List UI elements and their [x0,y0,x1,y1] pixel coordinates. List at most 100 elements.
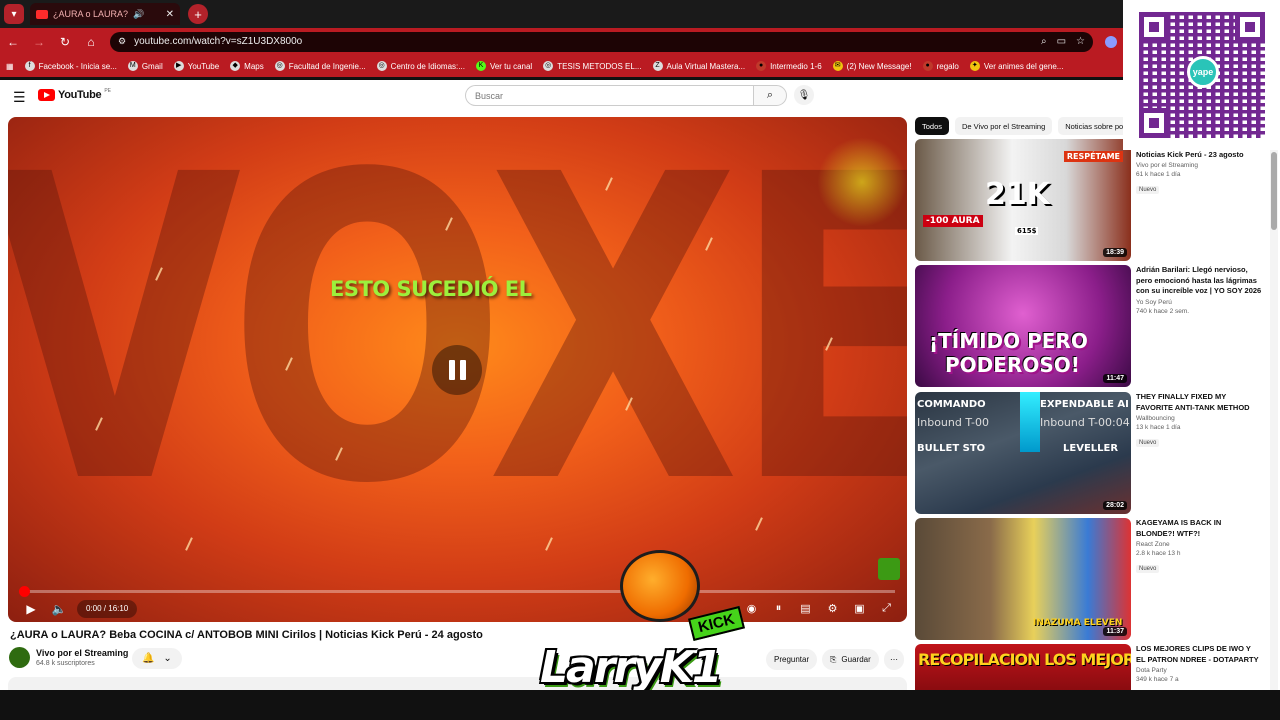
bookmark-item[interactable]: Z Aula Virtual Mastera... [652,61,745,71]
bookmark-item[interactable]: ◎ Facultad de Ingenie... [274,61,366,71]
facebook-icon: f [24,61,35,71]
new-tab-button[interactable]: + [188,4,208,24]
back-icon[interactable]: ← [6,35,20,49]
cast-icon[interactable]: ▭ [1057,36,1066,47]
recommendation-item[interactable]: COMMANDO Inbound T-00 EXPENDABLE AI Inbo… [915,392,1275,514]
reload-icon[interactable]: ↻ [58,35,72,49]
settings-gear-icon[interactable]: ⚙ [820,597,845,619]
new-badge: Nuevo [1136,565,1160,573]
video-thumbnail[interactable]: ¡TÍMIDO PERO PODEROSO! 11:47 [915,265,1131,387]
chip-channel[interactable]: De Vivo por el Streaming [955,117,1053,135]
bookmark-item[interactable]: K Ver tu canal [475,61,532,71]
bookmark-item[interactable]: M Gmail [127,61,163,71]
chip-all[interactable]: Todos [915,117,950,135]
video-thumbnail[interactable]: RECOPILACION LOS MEJORES [915,644,1131,690]
globe-icon: ◎ [543,61,554,71]
bookmark-item[interactable]: ✦ Ver animes del gene... [969,61,1063,71]
notification-button[interactable]: 🔔 ⌄ [132,648,182,669]
message-icon: ✉ [832,61,843,71]
bookmark-item[interactable]: ▶ YouTube [173,61,219,71]
bookmark-item[interactable]: ● regalo [922,61,959,71]
rec-channel[interactable]: Dota Party [1136,667,1262,674]
video-thumbnail[interactable]: COMMANDO Inbound T-00 EXPENDABLE AI Inbo… [915,392,1131,514]
search-input[interactable] [465,85,753,106]
bookmark-item[interactable]: ● Intermedio 1-6 [756,61,822,71]
video-thumbnail[interactable]: INAZUMA ELEVEN 11:37 [915,518,1131,640]
menu-icon[interactable]: ☰ [13,89,26,106]
rec-channel[interactable]: React Zone [1136,541,1262,548]
rec-channel[interactable]: Wallbouncing [1136,415,1262,422]
speaker-icon[interactable]: 🔊 [133,9,144,20]
voice-search-button[interactable]: 🎙 [794,85,814,105]
search-button[interactable]: ⌕ [753,85,787,106]
recommendation-item[interactable]: 21K RESPÉTAME -100 AURA 615$ 18:39 Sacha… [915,139,1275,261]
pumpkin-mascot-icon [620,550,700,622]
microphone-icon: 🎙 [797,89,811,101]
play-icon[interactable]: ▶ [17,598,45,620]
more-dots-icon: ⋯ [890,655,898,664]
chevron-down-icon: ⌄ [163,653,172,664]
scrollbar-thumb[interactable] [1271,152,1277,230]
bottom-black-bar [0,690,1280,720]
video-player[interactable]: VOXE ESTO SUCEDIÓ EL ▶ 🔈 0:00 / 16:10 ◉ … [8,117,907,622]
page-scrollbar[interactable] [1270,150,1278,690]
qr-finder [1139,108,1169,138]
site-info-icon[interactable]: ⚙ [118,36,126,47]
rec-title[interactable]: LOS MEJORES CLIPS DE IWO Y EL PATRON NDR… [1136,644,1262,665]
apps-grid-icon[interactable]: ▦ [6,62,14,71]
qr-code: yape [1139,12,1265,138]
new-badge: Nuevo [1136,186,1160,194]
channel-name[interactable]: Vivo por el Streaming [36,648,128,658]
recommendation-item[interactable]: RECOPILACION LOS MEJORES LOS MEJORES CLI… [915,644,1275,690]
duration-badge: 28:02 [1103,501,1127,510]
rec-title[interactable]: Adrián Barilari: Llegó nervioso, pero em… [1136,265,1262,297]
yape-logo: yape [1187,56,1219,88]
tab-search-icon[interactable]: ▾ [4,4,24,24]
address-bar[interactable]: ⚙ youtube.com/watch?v=sZ1U3DX800o ⌕ ▭ ☆ [110,31,1093,52]
bookmark-item[interactable]: ✉ (2) New Message! [832,61,912,71]
tab-title: ¿AURA o LAURA? [53,9,129,19]
zoom-icon[interactable]: ⌕ [1041,36,1047,47]
bookmark-item[interactable]: ◎ TESIS METODOS EL... [543,61,642,71]
close-tab-icon[interactable]: ✕ [166,9,174,20]
rec-channel[interactable]: Vivo por el Streaming [1136,162,1262,169]
youtube-logo[interactable]: YouTube PE [38,88,111,101]
home-icon[interactable]: ⌂ [84,35,98,49]
browser-tab-active[interactable]: ¿AURA o LAURA? 🔊 ✕ [30,3,180,25]
bookmark-item[interactable]: ◎ Centro de Idiomas:... [376,61,465,71]
kick-tag: KICK [688,605,745,642]
globe-icon: ◎ [274,61,285,71]
rec-title[interactable]: THEY FINALLY FIXED MY FAVORITE ANTI-TANK… [1136,392,1262,413]
search-icon: ⌕ [766,89,774,101]
aula-icon: Z [652,61,663,71]
channel-owner[interactable]: Vivo por el Streaming 64.8 k suscriptore… [9,647,128,668]
recommendation-item[interactable]: INAZUMA ELEVEN 11:37 KAGEYAMA IS BACK IN… [915,518,1275,640]
miniplayer-icon[interactable]: ▣ [847,597,872,619]
subscriber-count: 64.8 k suscriptores [36,660,95,667]
more-actions-button[interactable]: ⋯ [884,649,904,670]
bookmark-item[interactable]: ◆ Maps [230,61,264,71]
gmail-icon: M [127,61,138,71]
kick-icon: K [475,61,486,71]
volume-icon[interactable]: 🔈 [45,598,73,620]
rec-meta: 13 k hace 1 día [1136,424,1181,431]
bookmark-item[interactable]: f Facebook - Inicia se... [24,61,117,71]
video-glow [817,137,907,227]
youtube-play-logo-icon [38,89,55,101]
rec-title[interactable]: KAGEYAMA IS BACK IN BLONDE?! WTF?! [1136,518,1262,539]
forward-icon[interactable]: → [32,35,46,49]
video-thumbnail[interactable]: 21K RESPÉTAME -100 AURA 615$ 18:39 [915,139,1131,261]
profile-avatar[interactable] [1105,35,1117,48]
rec-meta: 2.8 k hace 13 h [1136,550,1181,557]
save-button[interactable]: ⎘ Guardar [822,649,879,670]
save-bookmark-icon: ⎘ [830,654,837,664]
fullscreen-icon[interactable]: ⤢ [874,597,899,619]
channel-watermark[interactable] [878,558,900,580]
channel-avatar[interactable] [9,647,30,668]
bookmark-star-icon[interactable]: ☆ [1076,36,1085,47]
address-toolbar: ← → ↻ ⌂ ⚙ youtube.com/watch?v=sZ1U3DX800… [0,28,1123,55]
rec-channel[interactable]: Yo Soy Perú [1136,299,1262,306]
recommendation-item[interactable]: ¡TÍMIDO PERO PODEROSO! 11:47 Adrián Bari… [915,265,1275,387]
video-background-word: VOXE [8,117,907,576]
pause-button[interactable] [432,345,482,395]
